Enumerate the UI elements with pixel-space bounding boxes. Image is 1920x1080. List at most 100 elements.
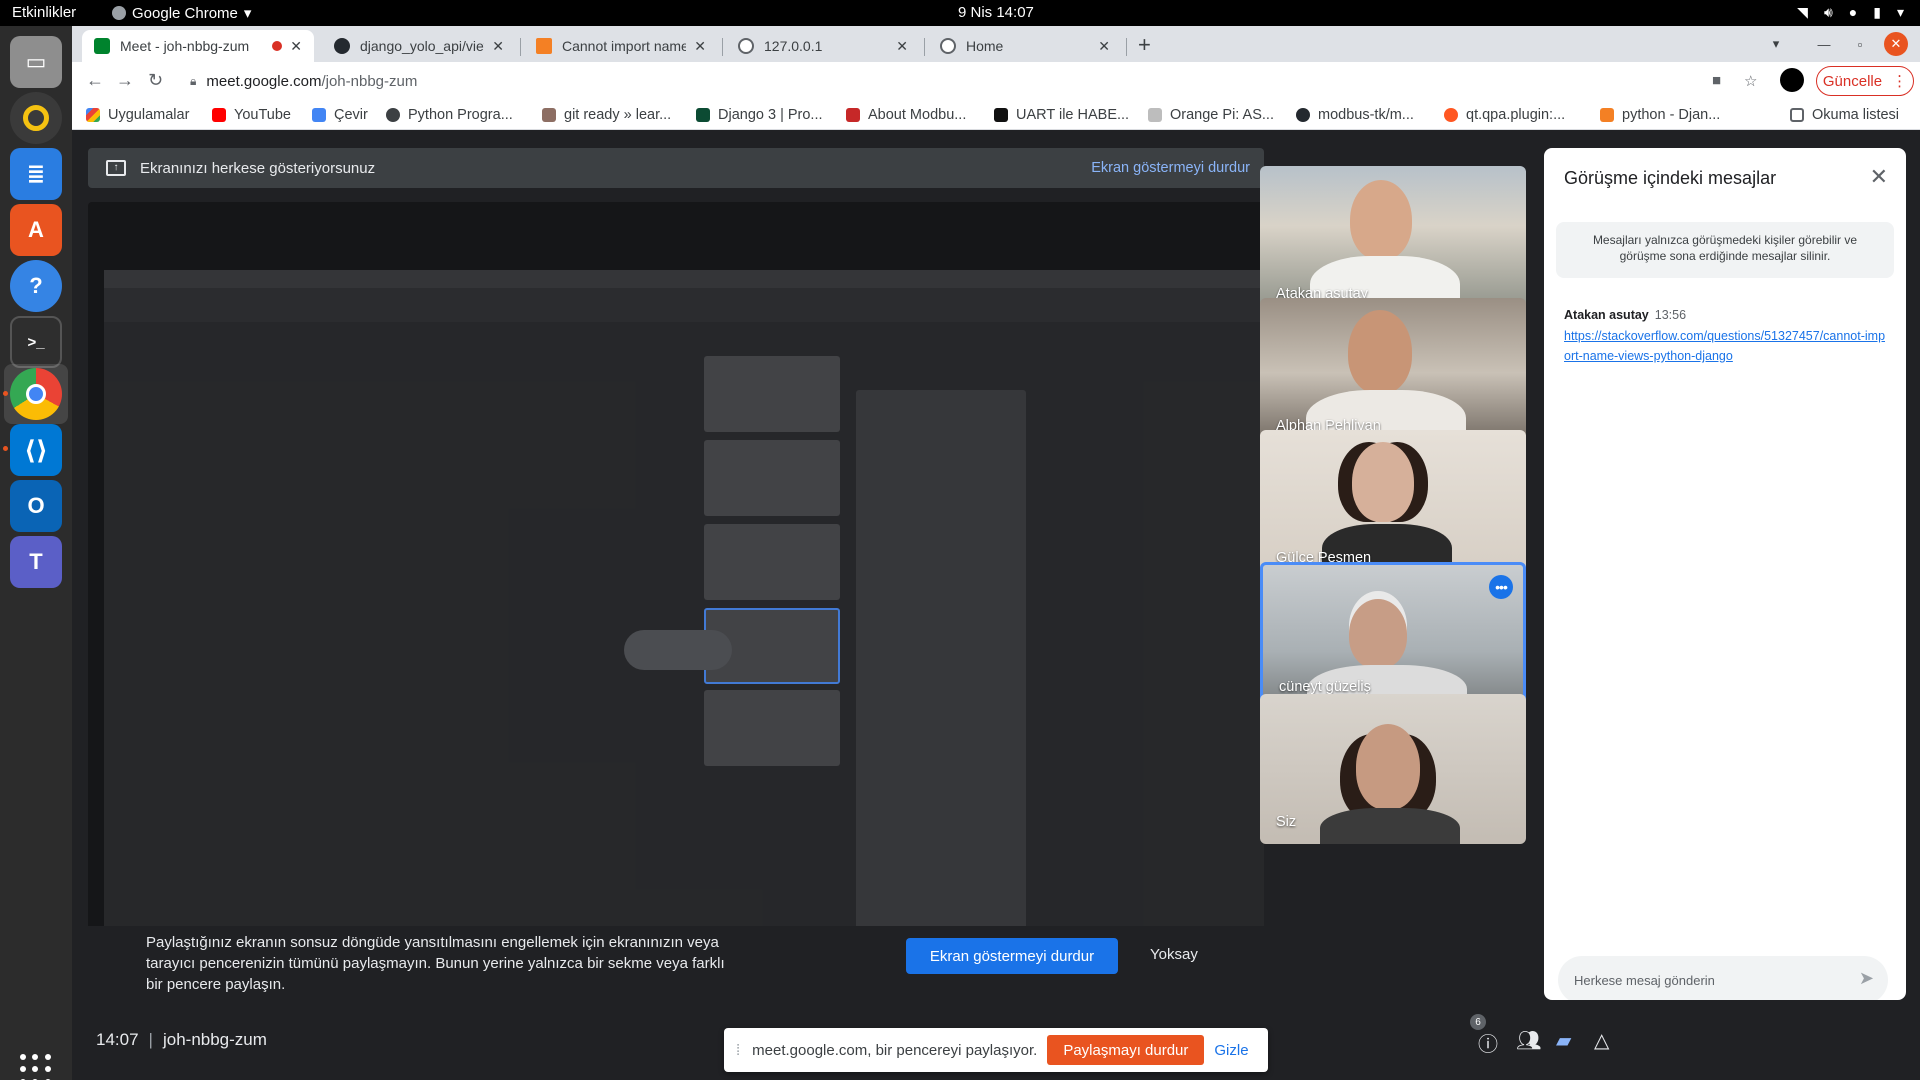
app-menu[interactable]: Google Chrome ▾	[112, 4, 251, 22]
tab-separator	[1126, 38, 1127, 56]
tab-github[interactable]: django_yolo_api/views.py ✕	[322, 30, 516, 62]
bookmark-git-ready[interactable]: git ready » lear...	[542, 107, 671, 123]
app-menu-label: Google Chrome	[132, 4, 238, 22]
outlook-icon[interactable]: O	[10, 480, 62, 532]
git-icon	[542, 108, 556, 122]
site-icon	[1148, 108, 1162, 122]
chat-icon[interactable]: ▰	[1556, 1028, 1571, 1053]
bookmark-youtube[interactable]: YouTube	[212, 107, 291, 123]
chrome-icon[interactable]	[10, 368, 62, 420]
microphone-icon: ●	[1848, 4, 1858, 20]
camera-icon[interactable]: ■	[1712, 72, 1721, 89]
chat-input-placeholder: Herkese mesaj gönderin	[1574, 972, 1715, 988]
tab-home[interactable]: Home ✕	[928, 30, 1122, 62]
modbus-icon	[846, 108, 860, 122]
close-tab-icon[interactable]: ✕	[290, 38, 302, 55]
system-clock[interactable]: 9 Nis 14:07	[958, 4, 1034, 21]
stop-presenting-button[interactable]: Ekran göstermeyi durdur	[906, 938, 1118, 974]
close-icon[interactable]: ✕	[1870, 164, 1888, 190]
tab-title: django_yolo_api/views.py	[360, 38, 484, 54]
stackoverflow-icon	[536, 38, 552, 54]
close-tab-icon[interactable]: ✕	[1098, 38, 1110, 55]
participant-tile[interactable]: ••• cüneyt güzeliş	[1260, 562, 1526, 712]
close-tab-icon[interactable]: ✕	[492, 38, 504, 55]
chrome-icon	[112, 6, 126, 20]
system-tray[interactable]: ◥ 🔊︎ ● ▮ ▾	[1797, 4, 1904, 21]
close-tab-icon[interactable]: ✕	[694, 38, 706, 55]
rhythmbox-icon[interactable]	[10, 92, 62, 144]
participant-tile[interactable]: Atakan asutay	[1260, 166, 1526, 316]
chat-message-link[interactable]: https://stackoverflow.com/questions/5132…	[1564, 326, 1890, 366]
new-tab-button[interactable]: +	[1138, 32, 1151, 58]
bookmarks-bar: Uygulamalar YouTube Çevir Python Progra.…	[72, 100, 1920, 130]
close-tab-icon[interactable]: ✕	[896, 38, 908, 55]
terminal-icon[interactable]: >_	[10, 316, 62, 368]
volume-icon: 🔊︎	[1823, 4, 1833, 20]
address-bar[interactable]: 🔒︎ meet.google.com/joh-nbbg-zum	[176, 66, 1816, 96]
tab-localhost[interactable]: 127.0.0.1 ✕	[726, 30, 920, 62]
bookmark-django[interactable]: Django 3 | Pro...	[696, 107, 823, 123]
activities-button[interactable]: Etkinlikler	[12, 4, 76, 21]
bookmark-modbus[interactable]: About Modbu...	[846, 107, 966, 123]
bookmark-qt-qpa[interactable]: qt.qpa.plugin:...	[1444, 107, 1565, 123]
chat-input[interactable]: Herkese mesaj gönderin ➤	[1558, 956, 1888, 1004]
screen-share-notification: ⁞ meet.google.com, bir pencereyi paylaşı…	[724, 1028, 1268, 1072]
participant-tile[interactable]: Gülce Peşmen	[1260, 430, 1526, 580]
globe-icon	[386, 108, 400, 122]
bookmark-translate[interactable]: Çevir	[312, 107, 368, 123]
activities-icon[interactable]: △	[1594, 1028, 1609, 1053]
reading-list[interactable]: Okuma listesi	[1790, 107, 1899, 123]
bookmark-apps[interactable]: Uygulamalar	[86, 107, 189, 123]
bookmark-modbus-tk[interactable]: modbus-tk/m...	[1296, 107, 1414, 123]
avatar[interactable]	[1780, 68, 1804, 92]
back-icon[interactable]: ←	[86, 70, 104, 91]
maximize-button[interactable]: ▫	[1848, 32, 1872, 56]
participant-face	[1348, 310, 1412, 394]
tab-separator	[722, 38, 723, 56]
close-window-button[interactable]: ✕	[1884, 32, 1908, 56]
translate-icon	[312, 108, 326, 122]
reading-list-icon	[1790, 108, 1804, 122]
ignore-button[interactable]: Yoksay	[1150, 946, 1198, 963]
bookmark-python[interactable]: Python Progra...	[386, 107, 513, 123]
tab-search-icon[interactable]: ▾	[1764, 32, 1788, 56]
participant-tile[interactable]: Alphan Pehlivan	[1260, 298, 1526, 448]
forward-icon[interactable]: →	[116, 70, 134, 91]
send-icon[interactable]: ➤	[1859, 968, 1874, 989]
bookmark-label: git ready » lear...	[564, 107, 672, 123]
tab-separator	[924, 38, 925, 56]
hide-button[interactable]: Gizle	[1214, 1042, 1248, 1059]
writer-icon[interactable]: ≣	[10, 148, 62, 200]
tab-strip: Meet - joh-nbbg-zum ✕ django_yolo_api/vi…	[72, 26, 1920, 62]
teams-icon[interactable]: T	[10, 536, 62, 588]
more-options-icon[interactable]: •••	[1489, 575, 1513, 599]
stop-sharing-button[interactable]: Paylaşmayı durdur	[1047, 1035, 1205, 1065]
chat-notice: Mesajları yalnızca görüşmedeki kişiler g…	[1556, 222, 1894, 278]
separator: |	[148, 1030, 153, 1049]
info-icon[interactable]: ⓘ	[1478, 1028, 1498, 1057]
github-icon	[1296, 108, 1310, 122]
recording-icon	[272, 41, 283, 51]
bookmark-star-icon[interactable]: ☆	[1744, 72, 1757, 90]
tab-stackoverflow[interactable]: Cannot import name 'views' ✕	[524, 30, 718, 62]
bookmark-orange-pi[interactable]: Orange Pi: AS...	[1148, 107, 1274, 123]
bookmark-python-django[interactable]: python - Djan...	[1600, 107, 1720, 123]
participant-tile-self[interactable]: Siz	[1260, 694, 1526, 844]
people-icon[interactable]: 👥︎	[1516, 1028, 1541, 1053]
power-icon: ▾	[1896, 4, 1904, 20]
help-icon[interactable]: ?	[10, 260, 62, 312]
mirrored-tile	[704, 356, 840, 432]
update-button[interactable]: Güncelle ⋮	[1816, 66, 1914, 96]
files-icon[interactable]: ▭	[10, 36, 62, 88]
bookmark-uart[interactable]: UART ile HABE...	[994, 107, 1129, 123]
vscode-icon[interactable]: ⟨⟩	[10, 424, 62, 476]
software-center-icon[interactable]: A	[10, 204, 62, 256]
tab-meet[interactable]: Meet - joh-nbbg-zum ✕	[82, 30, 314, 62]
stop-presenting-link[interactable]: Ekran göstermeyi durdur	[1091, 160, 1250, 176]
reload-icon[interactable]: ↻	[148, 70, 163, 91]
minimize-button[interactable]: —	[1812, 32, 1836, 56]
show-applications-icon[interactable]	[20, 1054, 52, 1080]
mirrored-screen	[104, 270, 1264, 942]
meeting-info: 14:07 | joh-nbbg-zum	[96, 1030, 267, 1050]
drag-handle-icon[interactable]: ⁞	[736, 1042, 740, 1059]
